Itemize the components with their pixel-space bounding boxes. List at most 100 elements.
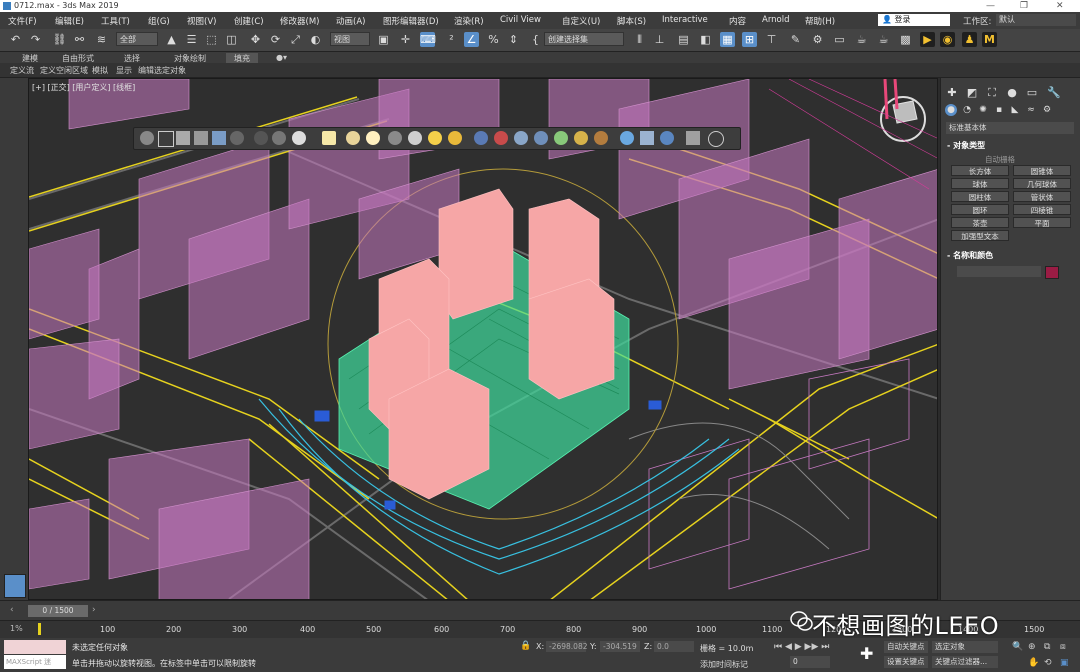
menu-content[interactable]: 内容: [729, 15, 746, 27]
teapot-button[interactable]: 茶壶: [951, 217, 1009, 228]
sphere-icon[interactable]: [292, 131, 306, 145]
menu-rendering[interactable]: 渲染(R): [454, 15, 484, 27]
angle-snap-icon[interactable]: ∠: [464, 32, 479, 47]
volume-icon[interactable]: [594, 131, 608, 145]
display-tab-icon[interactable]: ▭: [1025, 86, 1039, 100]
add-time-tag-button[interactable]: 添加时间标记: [700, 659, 748, 670]
plane-button[interactable]: 平面: [1013, 217, 1071, 228]
playback-controls-icon[interactable]: ⏮ ◀ ▶ ▶▶ ⏭: [774, 642, 829, 652]
zoom-icon[interactable]: 🔍: [1012, 642, 1023, 652]
plant-icon[interactable]: [554, 131, 568, 145]
viewport-layout-icon[interactable]: [4, 574, 26, 598]
sphere-button[interactable]: 球体: [951, 178, 1009, 189]
helpers-icon[interactable]: ◣: [1009, 104, 1021, 116]
pivot-center-icon[interactable]: ▣: [376, 32, 391, 47]
decal-icon[interactable]: [574, 131, 588, 145]
cone-button[interactable]: 圆锥体: [1013, 165, 1071, 176]
maximize-viewport-icon[interactable]: ▣: [1060, 658, 1069, 668]
menu-create[interactable]: 创建(C): [234, 15, 264, 27]
settings-icon[interactable]: [230, 131, 244, 145]
menu-tools[interactable]: 工具(T): [101, 15, 130, 27]
ribbon-define-flows[interactable]: 定义流: [10, 65, 34, 76]
rectangular-selection-icon[interactable]: ⬚: [204, 32, 219, 47]
workspace-select[interactable]: 默认: [996, 14, 1076, 26]
render-frame-icon[interactable]: [176, 131, 190, 145]
menu-arnold[interactable]: Arnold: [762, 15, 790, 25]
spacewarps-icon[interactable]: ≈: [1025, 104, 1037, 116]
spinner-snap-icon[interactable]: ⇕: [506, 32, 521, 47]
menu-scripting[interactable]: 脚本(S): [617, 15, 646, 27]
create-tab-icon[interactable]: ✚: [945, 86, 959, 100]
textplus-button[interactable]: 加强型文本: [951, 230, 1009, 241]
key-filters-button[interactable]: 关键点过滤器...: [932, 656, 998, 668]
menu-views[interactable]: 视图(V): [187, 15, 216, 27]
viewport[interactable]: [+] [正交] [用户定义] [线框]: [28, 78, 938, 600]
y-coordinate-field[interactable]: -304.519: [600, 641, 640, 652]
pyramid-button[interactable]: 四棱锥: [1013, 204, 1071, 215]
bowl-icon[interactable]: [388, 131, 402, 145]
dome-light-icon[interactable]: [346, 131, 360, 145]
redo-icon[interactable]: ↷: [28, 32, 43, 47]
cameras-icon[interactable]: ▪: [993, 104, 1005, 116]
auto-key-button[interactable]: 自动关键点: [884, 641, 928, 653]
box-button[interactable]: 长方体: [951, 165, 1009, 176]
plugin-icon-3[interactable]: ♟: [962, 32, 977, 47]
plugin-icon-m[interactable]: M: [982, 32, 997, 47]
x-coordinate-field[interactable]: -2698.082: [546, 641, 588, 652]
selected-object-dropdown[interactable]: 选定对象: [932, 641, 998, 653]
menu-civil-view[interactable]: Civil View: [500, 15, 541, 25]
selection-filter-dropdown[interactable]: 全部: [116, 32, 158, 46]
light-panel-icon[interactable]: [322, 131, 336, 145]
teapot-icon[interactable]: [140, 131, 154, 145]
window-crossing-icon[interactable]: ◫: [224, 32, 239, 47]
select-manipulate-icon[interactable]: ✛: [398, 32, 413, 47]
lights-icon[interactable]: ✺: [977, 104, 989, 116]
geometry-icon[interactable]: ●: [945, 104, 957, 116]
render-setup-icon[interactable]: ⚙: [810, 32, 825, 47]
autogrid-checkbox[interactable]: 自动栅格: [985, 154, 1015, 165]
edit-named-selection-icon[interactable]: {: [528, 32, 543, 47]
keyboard-shortcut-override-icon[interactable]: ⌨: [420, 32, 436, 47]
sky-icon[interactable]: [448, 131, 462, 145]
menu-edit[interactable]: 编辑(E): [55, 15, 84, 27]
select-object-icon[interactable]: ▲: [164, 32, 179, 47]
place-icon[interactable]: ◐: [308, 32, 323, 47]
viewer-icon[interactable]: [640, 131, 654, 145]
motion-tab-icon[interactable]: ●: [1005, 86, 1019, 100]
pan-view-icon[interactable]: ✋: [1028, 658, 1039, 668]
menu-interactive[interactable]: Interactive: [662, 15, 708, 25]
geosphere-button[interactable]: 几何球体: [1013, 178, 1071, 189]
sun-icon[interactable]: [428, 131, 442, 145]
layer-explorer-icon[interactable]: ◧: [698, 32, 713, 47]
reference-coordinate-dropdown[interactable]: 视图: [330, 32, 370, 46]
lock-selection-icon[interactable]: 🔒: [520, 641, 531, 651]
layer-list-icon[interactable]: [194, 131, 208, 145]
menu-modifiers[interactable]: 修改器(M): [280, 15, 319, 27]
current-frame-marker[interactable]: [38, 623, 41, 635]
ribbon-edit-selected[interactable]: 编辑选定对象: [138, 65, 186, 76]
time-slider[interactable]: 0 / 1500: [28, 605, 88, 617]
object-type-rollout[interactable]: - 对象类型: [947, 140, 985, 151]
scale-icon[interactable]: ⤢: [288, 32, 303, 47]
orbit-icon[interactable]: ⟲: [1044, 658, 1052, 668]
mirror-icon[interactable]: ⫴: [632, 32, 647, 47]
minimize-icon[interactable]: —: [986, 0, 995, 12]
viewport-label[interactable]: [+] [正交] [用户定义] [线框]: [32, 82, 135, 93]
ribbon-options-icon[interactable]: ●▾: [276, 53, 287, 62]
menu-file[interactable]: 文件(F): [8, 15, 37, 27]
close-icon[interactable]: ✕: [1056, 0, 1064, 12]
set-key-button[interactable]: 设置关键点: [884, 656, 928, 668]
cone-icon[interactable]: [158, 131, 174, 147]
zoom-all-icon[interactable]: ⊕: [1028, 642, 1036, 652]
name-color-rollout[interactable]: - 名称和颜色: [947, 250, 993, 261]
maxscript-listener-output[interactable]: MAXScript 迷: [4, 655, 66, 669]
pan-icon[interactable]: [272, 131, 286, 145]
tube-button[interactable]: 管状体: [1013, 191, 1071, 202]
unlink-icon[interactable]: ⚯: [72, 32, 87, 47]
modify-tab-icon[interactable]: ◩: [965, 86, 979, 100]
object-color-swatch[interactable]: [1045, 266, 1059, 279]
render-production-icon[interactable]: ☕: [854, 32, 869, 47]
toggle-ribbon-icon[interactable]: ▦: [720, 32, 735, 47]
current-frame-field[interactable]: 0: [790, 656, 830, 668]
scene-explorer-icon[interactable]: ▤: [676, 32, 691, 47]
